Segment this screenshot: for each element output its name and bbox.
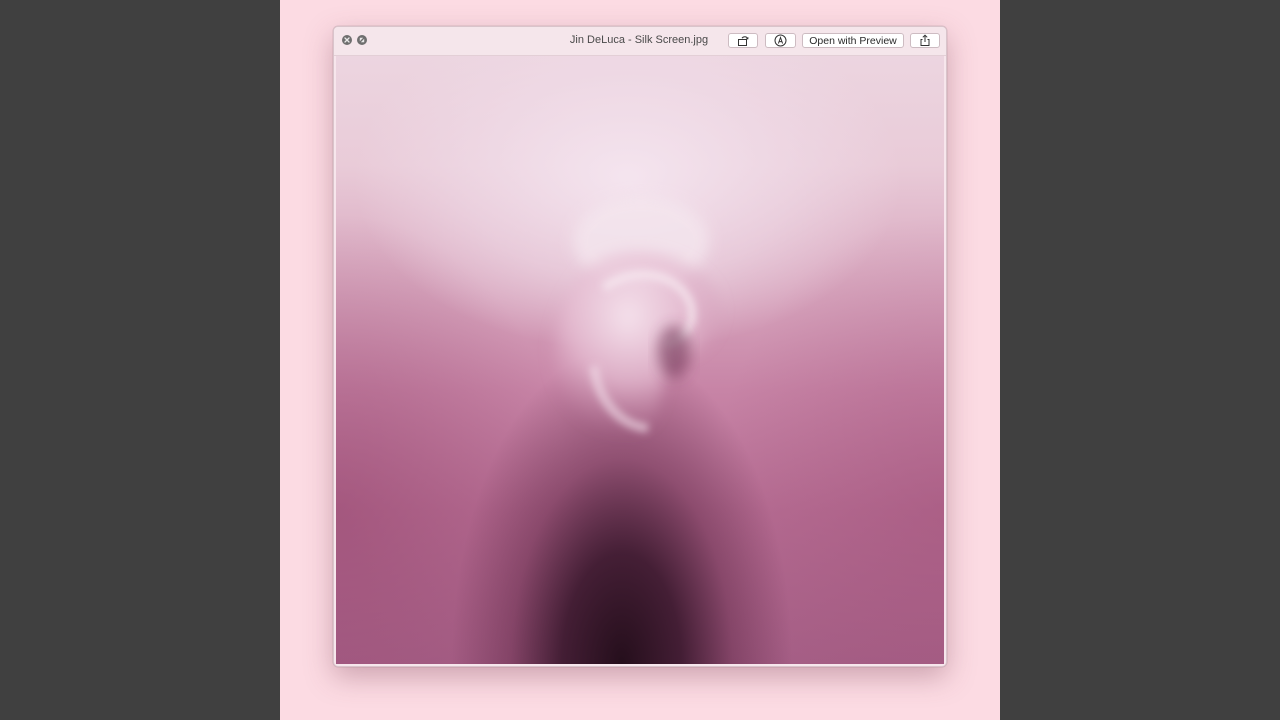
close-icon xyxy=(344,37,350,43)
fullscreen-button[interactable] xyxy=(357,35,367,45)
close-button[interactable] xyxy=(342,35,352,45)
markup-button[interactable] xyxy=(765,33,796,48)
window-titlebar[interactable]: Jin DeLuca - Silk Screen.jpg Open with P… xyxy=(334,27,946,56)
letterbox-left xyxy=(0,0,280,720)
desktop: Jin DeLuca - Silk Screen.jpg Open with P… xyxy=(280,0,1000,720)
letterbox-right xyxy=(1000,0,1280,720)
share-button[interactable] xyxy=(910,33,940,48)
rotate-icon xyxy=(738,35,749,46)
open-with-preview-button[interactable]: Open with Preview xyxy=(802,33,904,48)
image-preview xyxy=(336,56,944,664)
rotate-button[interactable] xyxy=(728,33,758,48)
window-title: Jin DeLuca - Silk Screen.jpg xyxy=(569,34,709,46)
share-icon xyxy=(920,34,930,46)
quick-look-window: Jin DeLuca - Silk Screen.jpg Open with P… xyxy=(333,26,947,667)
ear-shape xyxy=(553,196,721,437)
markup-pen-icon xyxy=(774,34,787,47)
fullscreen-icon xyxy=(359,37,365,43)
